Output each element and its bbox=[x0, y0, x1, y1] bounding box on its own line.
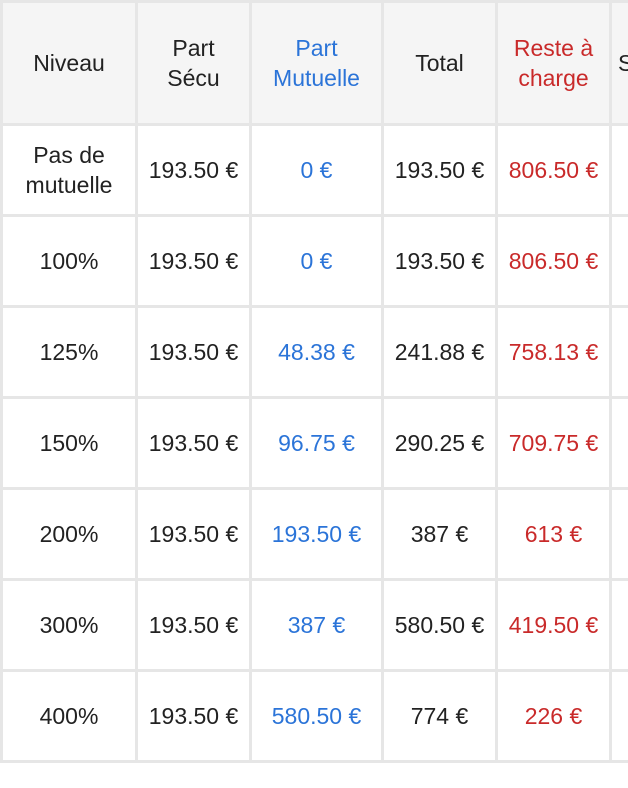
header-row: Niveau Part Sécu Part Mutuelle Total Res… bbox=[0, 0, 628, 126]
cell-total: 387 € bbox=[381, 487, 498, 581]
cell-total: 193.50 € bbox=[381, 214, 498, 308]
cell-reste-a-charge: 419.50 € bbox=[495, 578, 612, 672]
cell-niveau: 125% bbox=[0, 305, 138, 399]
cell-part-secu: 193.50 € bbox=[135, 578, 252, 672]
cell-extra bbox=[609, 487, 628, 581]
cell-part-secu: 193.50 € bbox=[135, 214, 252, 308]
header-part-secu: Part Sécu bbox=[135, 0, 252, 126]
cell-extra bbox=[609, 123, 628, 217]
cell-part-mutuelle: 193.50 € bbox=[249, 487, 384, 581]
cell-total: 193.50 € bbox=[381, 123, 498, 217]
cell-part-secu: 193.50 € bbox=[135, 396, 252, 490]
cell-extra bbox=[609, 578, 628, 672]
table-row: 300% 193.50 € 387 € 580.50 € 419.50 € bbox=[0, 578, 628, 672]
cell-part-secu: 193.50 € bbox=[135, 487, 252, 581]
table-row: 200% 193.50 € 193.50 € 387 € 613 € bbox=[0, 487, 628, 581]
cell-total: 290.25 € bbox=[381, 396, 498, 490]
cell-part-secu: 193.50 € bbox=[135, 305, 252, 399]
cell-extra bbox=[609, 396, 628, 490]
table-row: Pas de mutuelle 193.50 € 0 € 193.50 € 80… bbox=[0, 123, 628, 217]
cell-niveau: 100% bbox=[0, 214, 138, 308]
header-niveau: Niveau bbox=[0, 0, 138, 126]
cell-reste-a-charge: 758.13 € bbox=[495, 305, 612, 399]
table-row: 400% 193.50 € 580.50 € 774 € 226 € bbox=[0, 669, 628, 763]
cell-reste-a-charge: 226 € bbox=[495, 669, 612, 763]
cell-niveau: Pas de mutuelle bbox=[0, 123, 138, 217]
cell-total: 580.50 € bbox=[381, 578, 498, 672]
cell-part-mutuelle: 580.50 € bbox=[249, 669, 384, 763]
cell-part-mutuelle: 387 € bbox=[249, 578, 384, 672]
cell-extra bbox=[609, 214, 628, 308]
header-part-mutuelle: Part Mutuelle bbox=[249, 0, 384, 126]
cell-part-mutuelle: 0 € bbox=[249, 214, 384, 308]
cell-extra bbox=[609, 305, 628, 399]
cell-niveau: 150% bbox=[0, 396, 138, 490]
cell-reste-a-charge: 709.75 € bbox=[495, 396, 612, 490]
cell-part-secu: 193.50 € bbox=[135, 123, 252, 217]
cell-part-mutuelle: 96.75 € bbox=[249, 396, 384, 490]
table-row: 150% 193.50 € 96.75 € 290.25 € 709.75 € bbox=[0, 396, 628, 490]
cell-reste-a-charge: 613 € bbox=[495, 487, 612, 581]
header-extra-truncated: S bbox=[609, 0, 628, 126]
header-reste-a-charge: Reste à charge bbox=[495, 0, 612, 126]
cell-total: 774 € bbox=[381, 669, 498, 763]
cell-reste-a-charge: 806.50 € bbox=[495, 214, 612, 308]
table-row: 100% 193.50 € 0 € 193.50 € 806.50 € bbox=[0, 214, 628, 308]
table-row: 125% 193.50 € 48.38 € 241.88 € 758.13 € bbox=[0, 305, 628, 399]
header-total: Total bbox=[381, 0, 498, 126]
cell-total: 241.88 € bbox=[381, 305, 498, 399]
cell-part-mutuelle: 0 € bbox=[249, 123, 384, 217]
reimbursement-table: Niveau Part Sécu Part Mutuelle Total Res… bbox=[0, 0, 628, 763]
cell-niveau: 400% bbox=[0, 669, 138, 763]
cell-niveau: 200% bbox=[0, 487, 138, 581]
cell-part-mutuelle: 48.38 € bbox=[249, 305, 384, 399]
table-container: Niveau Part Sécu Part Mutuelle Total Res… bbox=[0, 0, 628, 788]
cell-reste-a-charge: 806.50 € bbox=[495, 123, 612, 217]
cell-niveau: 300% bbox=[0, 578, 138, 672]
cell-extra bbox=[609, 669, 628, 763]
cell-part-secu: 193.50 € bbox=[135, 669, 252, 763]
